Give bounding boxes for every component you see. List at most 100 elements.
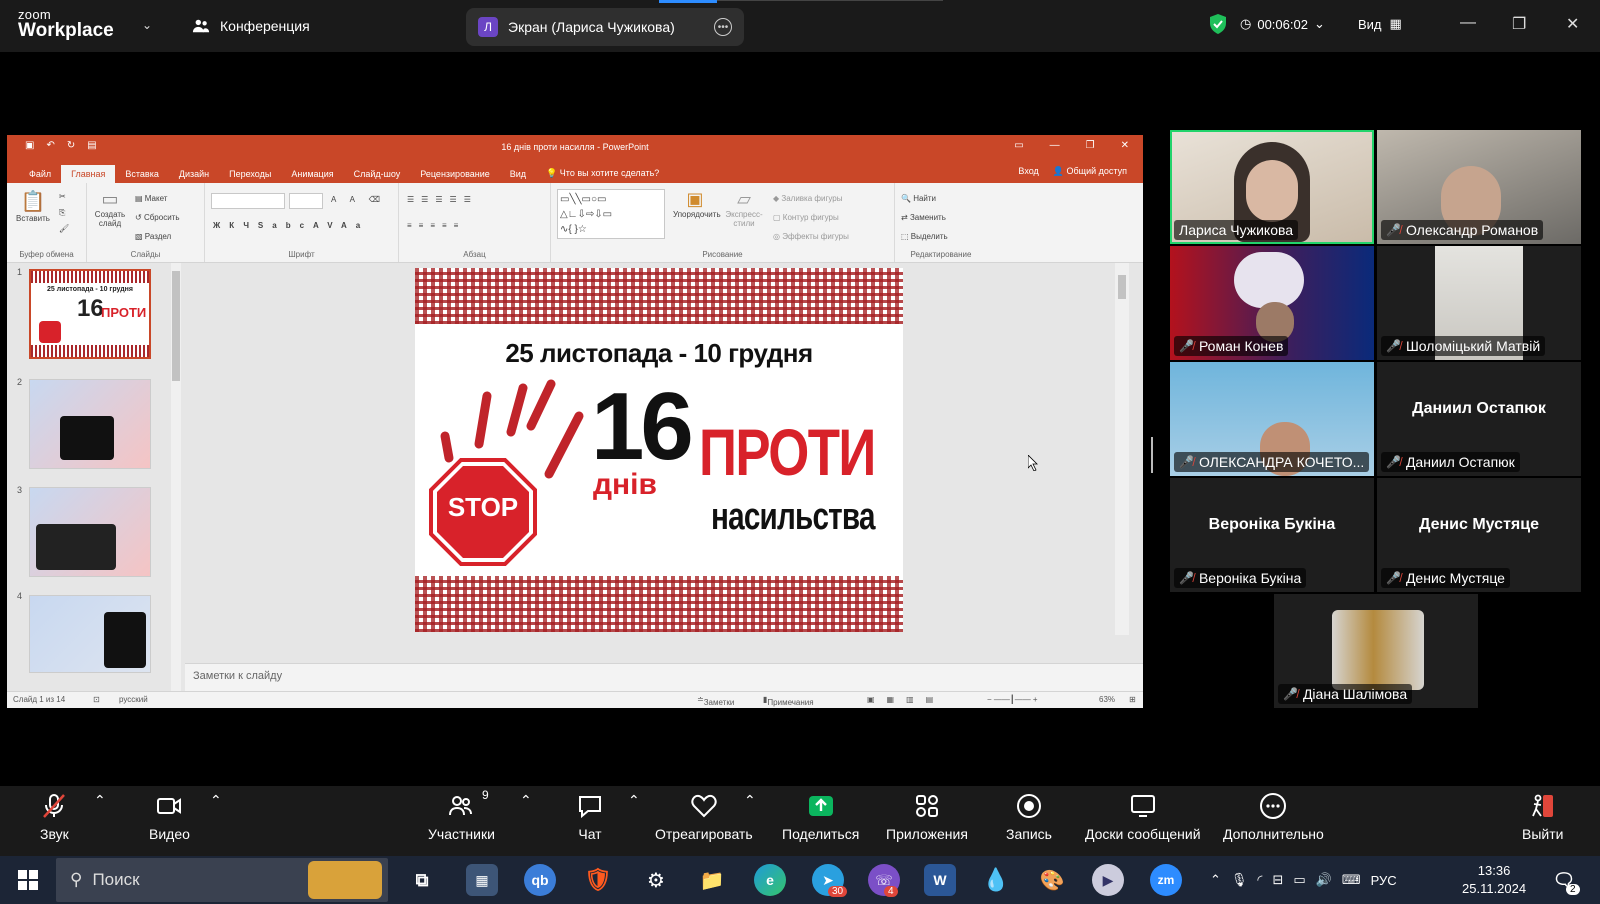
react-options-chevron[interactable]: ⌃ (744, 792, 756, 809)
tab-animations[interactable]: Анимация (281, 165, 343, 183)
tab-file[interactable]: Файл (19, 165, 61, 183)
leave-button[interactable]: Выйти (1522, 792, 1563, 842)
close-icon[interactable]: ✕ (1566, 14, 1579, 34)
ppt-restore-icon[interactable]: ❐ (1086, 140, 1095, 151)
share-button[interactable]: 👤 Общий доступ (1053, 166, 1127, 177)
slide-thumbnail-2[interactable] (29, 379, 151, 469)
current-slide[interactable]: 25 листопада - 10 грудня STOP 16 днів ПР… (415, 268, 903, 632)
font-size-select[interactable] (289, 193, 323, 209)
apps-button[interactable]: Приложения (886, 792, 968, 842)
align-buttons[interactable]: ≡≡≡≡≡ (407, 221, 465, 230)
paste-button[interactable]: 📋 Вставить (13, 189, 53, 223)
participant-tile[interactable]: Вероніка Букіна 🎤̸ Вероніка Букіна (1170, 478, 1374, 592)
participant-tile[interactable]: 🎤̸ Діана Шалімова (1274, 594, 1478, 708)
ribbon-options-icon[interactable]: ▭ (1014, 140, 1023, 151)
shapes-gallery[interactable]: ▭╲╲▭○▭ △∟⇩⇨⇩▭ ∿{ }☆ (557, 189, 665, 239)
language-indicator[interactable]: русский (119, 695, 148, 704)
font-style-buttons[interactable]: ЖКЧSabcAVAa (213, 221, 369, 230)
section-button[interactable]: ▧ Раздел (135, 227, 180, 246)
edge-browser-icon[interactable]: e (754, 864, 786, 896)
quick-styles-button[interactable]: ▱ Экспресс-стили (721, 189, 767, 228)
audio-options-chevron[interactable]: ⌃ (94, 792, 106, 809)
file-explorer-icon[interactable]: 📁 (696, 864, 728, 896)
clock[interactable]: 13:36 25.11.2024 (1462, 856, 1526, 904)
participant-tile[interactable]: 🎤̸ Олександр Романов (1377, 130, 1581, 244)
slide-thumbnail-3[interactable] (29, 487, 151, 577)
restore-icon[interactable]: ❐ (1512, 14, 1526, 34)
cut-icon[interactable]: ✂ (59, 189, 69, 205)
windows-start-icon[interactable] (18, 870, 38, 890)
more-options-icon[interactable]: ••• (714, 18, 732, 36)
video-button[interactable]: Видео (149, 792, 190, 842)
font-size-buttons[interactable]: A A ⌫ (331, 195, 386, 204)
battery-icon[interactable]: ▭ (1293, 872, 1305, 888)
select-button[interactable]: ⬚ Выделить (901, 227, 948, 246)
minimize-icon[interactable]: — (1460, 14, 1476, 32)
settings-gear-icon[interactable]: ⚙ (640, 864, 672, 896)
tab-home[interactable]: Главная (61, 165, 116, 183)
find-button[interactable]: 🔍 Найти (901, 189, 948, 208)
slide-thumbnail-4[interactable] (29, 595, 151, 673)
slide-scrollbar[interactable] (1115, 263, 1129, 635)
tab-slideshow[interactable]: Слайд-шоу (344, 165, 411, 183)
zoom-percent[interactable]: 63% (1099, 695, 1115, 704)
wifi-icon[interactable]: ◜ (1257, 872, 1262, 888)
shape-outline-button[interactable]: ▢ Контур фигуры (773, 208, 849, 227)
microphone-tray-icon[interactable]: 🎙 (1231, 872, 1248, 888)
more-button[interactable]: Дополнительно (1223, 792, 1324, 842)
word-icon[interactable]: W (924, 864, 956, 896)
audio-button[interactable]: Звук (40, 792, 69, 842)
brave-browser-icon[interactable]: 🛡 (582, 864, 614, 896)
task-view-icon[interactable]: ⧉ (406, 864, 438, 896)
slide-thumbnail-1[interactable]: 25 листопада - 10 грудня 16 ПРОТИ (29, 269, 151, 359)
participant-tile[interactable]: Лариса Чужикова (1170, 130, 1374, 244)
layout-button[interactable]: ▤ Макет (135, 189, 180, 208)
share-screen-button[interactable]: Поделиться (782, 792, 859, 842)
spellcheck-icon[interactable]: ⊡ (93, 695, 100, 704)
view-mode-buttons[interactable]: ▣▦▥▤ (867, 695, 945, 704)
signin-link[interactable]: Вход (1018, 166, 1038, 177)
chat-options-chevron[interactable]: ⌃ (628, 792, 640, 809)
language-indicator[interactable]: РУС (1371, 873, 1397, 888)
taskbar-search-box[interactable]: ⚲ Поиск (56, 858, 388, 902)
tray-chevron-icon[interactable]: ⌃ (1210, 872, 1221, 888)
tab-view[interactable]: Вид (500, 165, 536, 183)
react-button[interactable]: Отреагировать (655, 792, 753, 842)
whiteboards-button[interactable]: Доски сообщений (1085, 792, 1201, 842)
tab-insert[interactable]: Вставка (115, 165, 168, 183)
comments-toggle[interactable]: ▮ Примечания (763, 695, 814, 707)
volume-icon[interactable]: 🔊 (1316, 872, 1332, 888)
participant-tile[interactable]: Даниил Остапюк 🎤̸ Даниил Остапюк (1377, 362, 1581, 476)
participants-options-chevron[interactable]: ⌃ (520, 792, 532, 809)
list-buttons[interactable]: ☰☰☰☰☰ (407, 195, 478, 204)
notes-pane[interactable]: Заметки к слайду (185, 663, 1143, 691)
zoom-app-icon[interactable]: zm (1150, 864, 1182, 896)
create-slide-button[interactable]: ▭ Создать слайд (91, 189, 129, 228)
tab-review[interactable]: Рецензирование (410, 165, 500, 183)
format-painter-icon[interactable]: 🖌 (59, 221, 69, 237)
participant-tile[interactable]: Денис Мустяце 🎤̸ Денис Мустяце (1377, 478, 1581, 592)
copy-icon[interactable]: ⎘ (59, 205, 69, 221)
participant-tile[interactable]: 🎤̸ Шоломіцький Матвій (1377, 246, 1581, 360)
media-player-icon[interactable]: ▶ (1092, 864, 1124, 896)
participant-tile[interactable]: 🎤̸ Роман Конев (1170, 246, 1374, 360)
font-family-select[interactable] (211, 193, 285, 209)
shape-effects-button[interactable]: ◎ Эффекты фигуры (773, 227, 849, 246)
encryption-shield-icon[interactable] (1208, 13, 1228, 35)
thumbnails-scrollbar[interactable] (171, 263, 181, 691)
tab-transitions[interactable]: Переходы (219, 165, 281, 183)
zoom-slider[interactable]: − ——┃—— + (987, 695, 1038, 704)
keyboard-icon[interactable]: ⌨ (1342, 872, 1361, 888)
arrange-button[interactable]: ▣ Упорядочить (673, 189, 721, 219)
replace-button[interactable]: ⇄ Заменить (901, 208, 948, 227)
view-button[interactable]: Вид ▦ (1358, 16, 1402, 32)
ppt-close-icon[interactable]: ✕ (1121, 140, 1129, 151)
screen-share-indicator[interactable]: Л Экран (Лариса Чужикова) ••• (466, 8, 744, 46)
meeting-timer[interactable]: ◷ 00:06:02 ⌄ (1240, 16, 1325, 32)
notes-toggle[interactable]: ≐ Заметки (697, 695, 734, 707)
tell-me-search[interactable]: 💡 Что вы хотите сделать? (536, 164, 669, 183)
paint-3d-icon[interactable]: 💧 (980, 864, 1012, 896)
tab-design[interactable]: Дизайн (169, 165, 219, 183)
chevron-down-icon[interactable]: ⌄ (142, 18, 152, 32)
conference-button[interactable]: Конференция (192, 17, 310, 35)
